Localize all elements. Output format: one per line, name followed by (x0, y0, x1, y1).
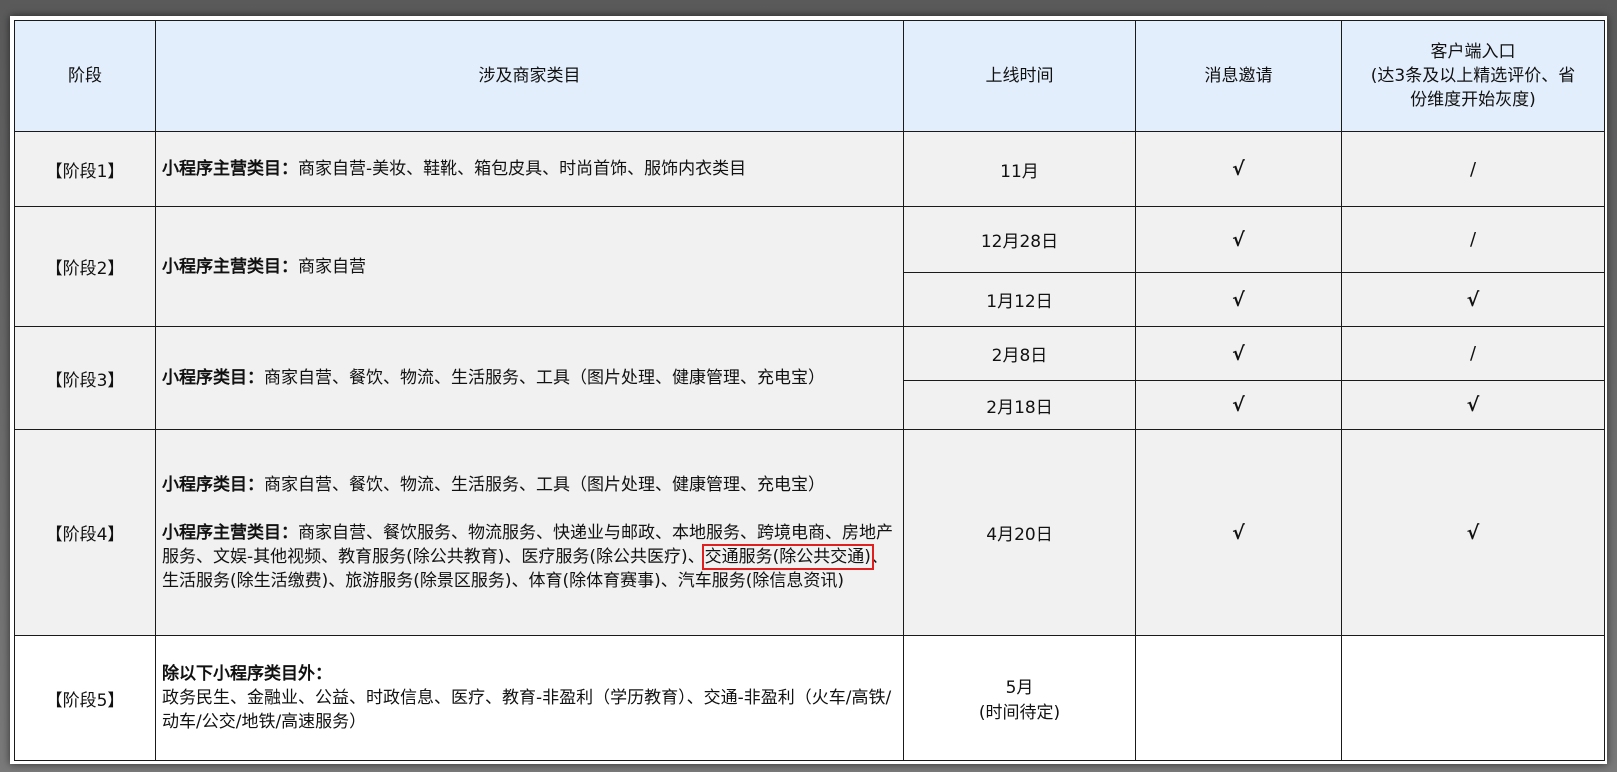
category-label-text: 除以下小程序类目外： (162, 664, 332, 684)
document-frame: 阶段 涉及商家类目 上线时间 消息邀请 客户端入口 (达3条及以上精选评价、省 … (10, 16, 1607, 764)
launch-cell: 5月 (时间待定) (903, 635, 1136, 761)
rollout-table: 阶段 涉及商家类目 上线时间 消息邀请 客户端入口 (达3条及以上精选评价、省 … (14, 20, 1605, 761)
category-label: 小程序类目： (162, 474, 264, 495)
category-label: 小程序主营类目： (162, 159, 298, 179)
header-client-entry-line3: 份维度开始灰度) (1410, 90, 1536, 110)
category-text: 商家自营、餐饮、物流、生活服务、工具（图片处理、健康管理、充电宝） (264, 474, 825, 495)
header-categories: 涉及商家类目 (155, 20, 904, 132)
launch-cell: 11月 (903, 131, 1136, 207)
categories-cell: 除以下小程序类目外： 政务民生、金融业、公益、时政信息、医疗、教育-非盈利（学历… (155, 635, 904, 761)
header-client-entry: 客户端入口 (达3条及以上精选评价、省 份维度开始灰度) (1341, 20, 1605, 132)
invite-check: √ (1135, 326, 1342, 381)
stage-cell: 【阶段1】 (14, 131, 156, 207)
table-row: 【阶段2】 小程序主营类目：商家自营 12月28日 √ / (14, 206, 1605, 327)
stage-cell: 【阶段4】 (14, 429, 156, 636)
stage-cell: 【阶段5】 (14, 635, 156, 761)
header-stage: 阶段 (14, 20, 156, 132)
entry-check: √ (1341, 272, 1605, 327)
header-client-entry-line2: (达3条及以上精选评价、省 (1370, 66, 1576, 86)
table-row: 【阶段3】 小程序类目：商家自营、餐饮、物流、生活服务、工具（图片处理、健康管理… (14, 326, 1605, 430)
entry-cell: / (1341, 131, 1605, 207)
categories-cell: 小程序主营类目：商家自营 (155, 206, 904, 327)
stage-cell: 【阶段3】 (14, 326, 156, 430)
category-label: 小程序类目： (162, 368, 264, 388)
invite-cell (1135, 635, 1342, 761)
header-row: 阶段 涉及商家类目 上线时间 消息邀请 客户端入口 (达3条及以上精选评价、省 … (14, 20, 1605, 132)
category-paragraph-2: 小程序主营类目：商家自营、餐饮服务、物流服务、快递业与邮政、本地服务、跨境电商、… (162, 521, 897, 593)
category-text: 政务民生、金融业、公益、时政信息、医疗、教育-非盈利（学历教育）、交通-非盈利（… (162, 688, 892, 732)
entry-check: √ (1341, 429, 1605, 636)
table-row: 【阶段5】 除以下小程序类目外： 政务民生、金融业、公益、时政信息、医疗、教育-… (14, 635, 1605, 761)
header-client-entry-line1: 客户端入口 (1430, 42, 1516, 62)
invite-check: √ (1135, 206, 1342, 273)
stage-cell: 【阶段2】 (14, 206, 156, 327)
category-label: 小程序主营类目： (162, 522, 298, 543)
table-row: 【阶段4】 小程序类目：商家自营、餐饮、物流、生活服务、工具（图片处理、健康管理… (14, 429, 1605, 636)
categories-cell: 小程序类目：商家自营、餐饮、物流、生活服务、工具（图片处理、健康管理、充电宝） (155, 326, 904, 430)
category-text: 商家自营-美妆、鞋靴、箱包皮具、时尚首饰、服饰内衣类目 (298, 159, 747, 179)
category-paragraph-1: 小程序类目：商家自营、餐饮、物流、生活服务、工具（图片处理、健康管理、充电宝） (162, 473, 897, 497)
invite-check: √ (1135, 131, 1342, 207)
launch-cell: 2月8日 (903, 326, 1136, 381)
category-text: 商家自营、餐饮、物流、生活服务、工具（图片处理、健康管理、充电宝） (264, 368, 825, 388)
entry-cell (1341, 635, 1605, 761)
invite-check: √ (1135, 380, 1342, 430)
launch-cell: 12月28日 (903, 206, 1136, 273)
header-launch-time: 上线时间 (903, 20, 1136, 132)
launch-note: (时间待定) (978, 703, 1061, 723)
launch-cell: 2月18日 (903, 380, 1136, 430)
launch-cell: 4月20日 (903, 429, 1136, 636)
header-message-invite: 消息邀请 (1135, 20, 1342, 132)
category-text: 商家自营 (298, 256, 366, 277)
table-row: 【阶段1】 小程序主营类目：商家自营-美妆、鞋靴、箱包皮具、时尚首饰、服饰内衣类… (14, 131, 1605, 207)
invite-check: √ (1135, 272, 1342, 327)
launch-month: 5月 (1005, 678, 1034, 698)
entry-check: √ (1341, 380, 1605, 430)
categories-cell: 小程序类目：商家自营、餐饮、物流、生活服务、工具（图片处理、健康管理、充电宝） … (155, 429, 904, 636)
invite-check: √ (1135, 429, 1342, 636)
entry-cell: / (1341, 206, 1605, 273)
category-label: 除以下小程序类目外： (162, 662, 897, 686)
highlighted-transport-service: 交通服务(除公共交通) (701, 543, 874, 570)
entry-cell: / (1341, 326, 1605, 381)
launch-cell: 1月12日 (903, 272, 1136, 327)
category-label: 小程序主营类目： (162, 256, 298, 277)
categories-cell: 小程序主营类目：商家自营-美妆、鞋靴、箱包皮具、时尚首饰、服饰内衣类目 (155, 131, 904, 207)
